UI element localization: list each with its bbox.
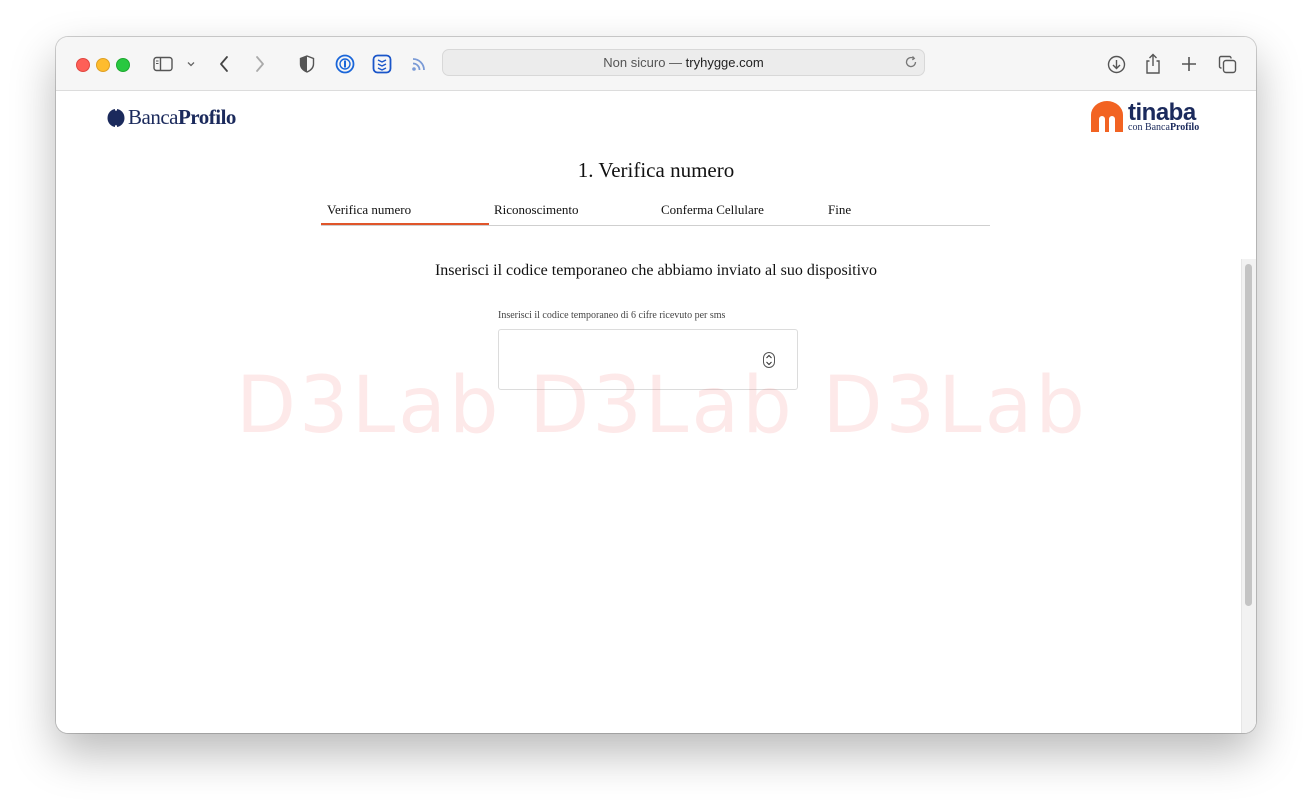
- progress-steps: Verifica numero Riconoscimento Conferma …: [321, 201, 990, 226]
- rss-icon[interactable]: [410, 52, 428, 76]
- back-arrow-icon[interactable]: [216, 52, 232, 76]
- banca-profilo-logo: Banca Profilo: [106, 105, 236, 130]
- tinaba-sub-bold: Profilo: [1169, 122, 1200, 133]
- url-security-label: Non sicuro —: [603, 55, 686, 70]
- browser-window: Non sicuro — tryhygge.com BancaProfilo: [56, 37, 1256, 733]
- tinaba-sub: con BancaProfilo: [1128, 123, 1199, 133]
- download-icon[interactable]: [1106, 52, 1126, 76]
- code-field-label: Inserisci il codice temporaneo di 6 cifr…: [498, 310, 726, 321]
- step-verifica-numero[interactable]: Verifica numero: [327, 202, 411, 218]
- step-riconoscimento[interactable]: Riconoscimento: [494, 202, 579, 218]
- minimize-window-button[interactable]: [96, 58, 110, 72]
- password-manager-icon[interactable]: [335, 52, 355, 76]
- step-fine[interactable]: Fine: [828, 202, 851, 218]
- url-domain: tryhygge.com: [685, 55, 764, 70]
- profilo-logo-text: Profilo: [177, 105, 236, 129]
- page-scrollbar[interactable]: [1241, 259, 1256, 733]
- page-title: 1. Verifica numero: [577, 158, 735, 182]
- reload-icon[interactable]: [904, 55, 918, 74]
- browser-toolbar: Non sicuro — tryhygge.com: [56, 37, 1256, 91]
- share-icon[interactable]: [1143, 52, 1163, 76]
- extension-icon[interactable]: [372, 52, 392, 76]
- sms-code-input[interactable]: [498, 329, 798, 390]
- step-conferma-cellulare[interactable]: Conferma Cellulare: [661, 202, 764, 218]
- active-step-indicator: [321, 223, 489, 225]
- url-text: Non sicuro — tryhygge.com: [443, 55, 924, 70]
- shield-icon[interactable]: [298, 52, 316, 76]
- tinaba-mark-icon: [1091, 101, 1123, 132]
- tab-overview-icon[interactable]: [1216, 52, 1238, 76]
- tinaba-sub-light: con Banca: [1128, 122, 1170, 133]
- zoom-window-button[interactable]: [116, 58, 130, 72]
- sidebar-toggle-icon[interactable]: [152, 52, 174, 76]
- new-tab-icon[interactable]: [1179, 52, 1199, 76]
- web-page: Banca Profilo tinaba con BancaProfilo 1. …: [56, 91, 1256, 733]
- number-stepper-icon[interactable]: [763, 352, 775, 368]
- scrollbar-thumb[interactable]: [1245, 264, 1252, 606]
- banca-profilo-mark-icon: [107, 108, 125, 127]
- chevron-down-icon[interactable]: [184, 52, 198, 76]
- forward-arrow-icon[interactable]: [252, 52, 268, 76]
- close-window-button[interactable]: [76, 58, 90, 72]
- tinaba-logo: tinaba con BancaProfilo: [1090, 101, 1199, 133]
- banca-logo-text: Banca: [128, 105, 178, 129]
- address-bar[interactable]: Non sicuro — tryhygge.com: [442, 49, 925, 76]
- instruction-text: Inserisci il codice temporaneo che abbia…: [434, 262, 878, 279]
